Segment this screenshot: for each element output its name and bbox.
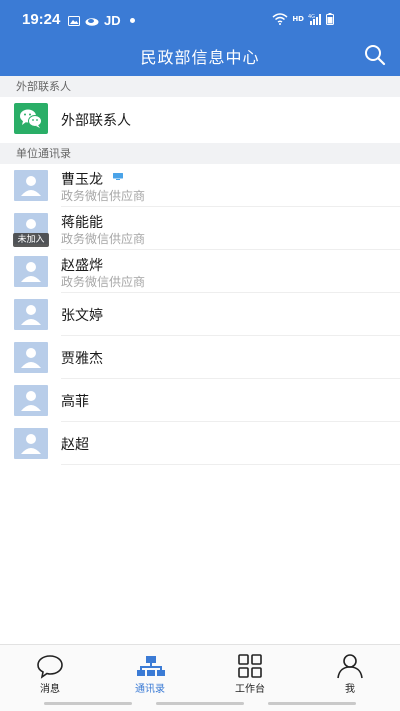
app-header: 19:24 JD HD 4G 民政部信息中心 — [0, 0, 400, 76]
not-joined-badge: 未加入 — [13, 233, 49, 247]
page-title: 民政部信息中心 — [140, 48, 260, 67]
external-contacts-item[interactable]: 外部联系人 — [0, 97, 400, 140]
system-nav-indicator — [268, 702, 356, 705]
system-nav-indicator — [44, 702, 132, 705]
contact-subtitle: 政务微信供应商 — [61, 189, 146, 203]
contact-name: 赵超 — [61, 437, 89, 453]
row-divider — [61, 464, 400, 465]
section-header-external: 外部联系人 — [0, 76, 400, 97]
tab-label: 通讯录 — [135, 684, 165, 695]
person-icon — [337, 654, 363, 679]
chat-bubble-icon — [37, 655, 63, 679]
grid-icon — [238, 654, 262, 678]
search-icon[interactable] — [362, 42, 388, 68]
wifi-icon — [272, 13, 288, 25]
contact-item[interactable]: 张文婷 — [0, 293, 400, 336]
battery-icon — [326, 13, 334, 25]
contact-subtitle: 政务微信供应商 — [61, 232, 146, 246]
contact-item[interactable]: 未加入 蒋能能 政务微信供应商 — [0, 207, 400, 250]
section-header-directory: 单位通讯录 — [0, 143, 400, 164]
external-contacts-label: 外部联系人 — [61, 113, 131, 129]
avatar — [14, 299, 48, 330]
tab-contacts[interactable]: 通讯录 — [100, 645, 200, 703]
status-time: 19:24 — [22, 11, 61, 28]
tab-label: 工作台 — [235, 684, 265, 695]
jd-app-icon: JD — [104, 13, 121, 28]
tab-me[interactable]: 我 — [300, 645, 400, 703]
pc-online-icon — [113, 173, 123, 180]
hd-indicator: HD — [292, 15, 304, 23]
contact-name: 贾雅杰 — [61, 351, 103, 367]
contact-name: 蒋能能 — [61, 215, 103, 231]
contact-item[interactable]: 高菲 — [0, 379, 400, 422]
contact-subtitle: 政务微信供应商 — [61, 275, 146, 289]
avatar — [14, 170, 48, 201]
avatar — [14, 428, 48, 459]
avatar — [14, 385, 48, 416]
contact-item[interactable]: 贾雅杰 — [0, 336, 400, 379]
tab-label: 我 — [345, 684, 355, 695]
contact-name: 高菲 — [61, 394, 89, 410]
contact-name: 张文婷 — [61, 308, 103, 324]
cloud-icon — [85, 17, 99, 26]
notification-dot-icon — [129, 18, 135, 23]
tab-label: 消息 — [40, 684, 60, 695]
contact-item[interactable]: 赵盛烨 政务微信供应商 — [0, 250, 400, 293]
status-bar: 19:24 JD HD 4G — [0, 0, 400, 40]
bottom-tab-bar: 消息 通讯录 工作台 我 — [0, 644, 400, 711]
gallery-icon — [68, 15, 80, 26]
tab-workbench[interactable]: 工作台 — [200, 645, 300, 703]
system-nav-indicator — [156, 702, 244, 705]
contact-item[interactable]: 曹玉龙 政务微信供应商 — [0, 164, 400, 207]
avatar — [14, 342, 48, 373]
wechat-icon — [14, 103, 48, 134]
status-right-icons: HD 4G — [272, 13, 334, 25]
org-chart-icon — [137, 656, 165, 676]
status-left-icons: JD — [68, 13, 135, 28]
contact-item[interactable]: 赵超 — [0, 422, 400, 465]
contact-name: 赵盛烨 — [61, 258, 103, 274]
signal-icon: 4G — [308, 14, 321, 25]
avatar — [14, 256, 48, 287]
contact-name: 曹玉龙 — [61, 172, 103, 188]
tab-messages[interactable]: 消息 — [0, 645, 100, 703]
